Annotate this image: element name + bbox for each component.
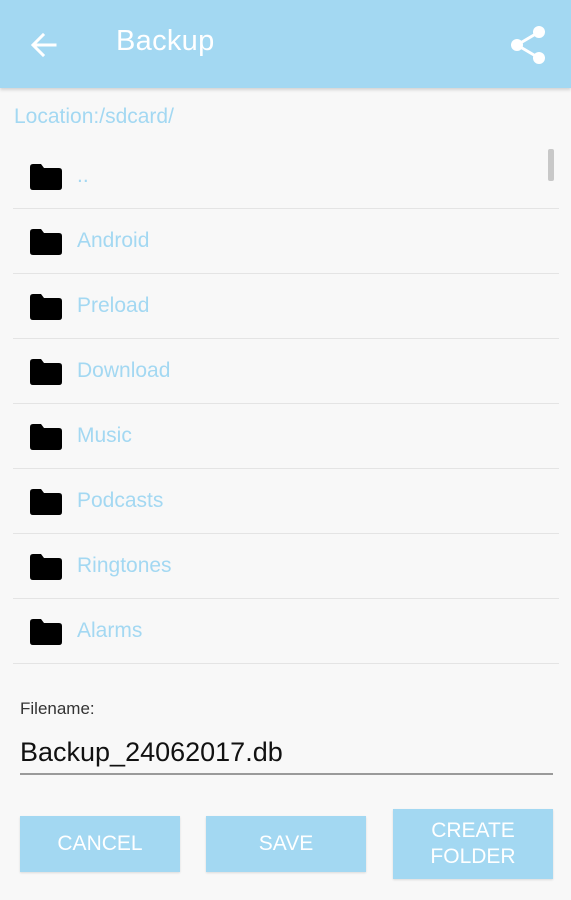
share-icon (511, 26, 545, 64)
toolbar: Backup (0, 0, 571, 88)
folder-row-ringtones[interactable]: Ringtones (13, 534, 559, 599)
folder-name: Alarms (77, 619, 143, 642)
folder-name: Preload (77, 294, 150, 317)
folder-row-parent[interactable]: .. (13, 144, 559, 209)
folder-name: .. (77, 164, 89, 187)
folder-icon (30, 489, 62, 515)
folder-icon (30, 229, 62, 255)
folder-row-podcasts[interactable]: Podcasts (13, 469, 559, 534)
folder-icon (30, 424, 62, 450)
share-button[interactable] (502, 18, 554, 72)
folder-icon (30, 294, 62, 320)
filename-label: Filename: (20, 699, 95, 718)
folder-icon (30, 554, 62, 580)
folder-name: Ringtones (77, 554, 172, 577)
folder-row-android[interactable]: Android (13, 209, 559, 274)
folder-icon (30, 359, 62, 385)
folder-row-alarms[interactable]: Alarms (13, 599, 559, 664)
folder-row-download[interactable]: Download (13, 339, 559, 404)
folder-icon (30, 164, 62, 190)
cancel-button[interactable]: CANCEL (20, 816, 180, 872)
folder-name: Android (77, 229, 150, 252)
folder-row-partial[interactable] (13, 664, 559, 684)
location-path: Location:/sdcard/ (14, 105, 174, 128)
folder-name: Download (77, 359, 171, 382)
back-button[interactable] (18, 20, 70, 70)
list-scrollbar[interactable] (548, 149, 554, 181)
create-folder-label-line1: CREATE (431, 818, 515, 842)
folder-name: Music (77, 424, 132, 447)
page-title: Backup (116, 25, 215, 57)
folder-name: Podcasts (77, 489, 164, 512)
folder-row-preload[interactable]: Preload (13, 274, 559, 339)
filename-input[interactable] (20, 731, 553, 775)
create-folder-button[interactable]: CREATE FOLDER (393, 809, 553, 879)
folder-icon (30, 619, 62, 645)
arrow-left-icon (30, 32, 57, 58)
create-folder-label-line2: FOLDER (430, 845, 516, 868)
backup-screen: Backup Location:/sdcard/ .. Android Prel… (0, 0, 571, 900)
file-list[interactable]: .. Android Preload Download Music Podcas… (13, 144, 559, 684)
save-button[interactable]: SAVE (206, 816, 366, 872)
folder-row-music[interactable]: Music (13, 404, 559, 469)
